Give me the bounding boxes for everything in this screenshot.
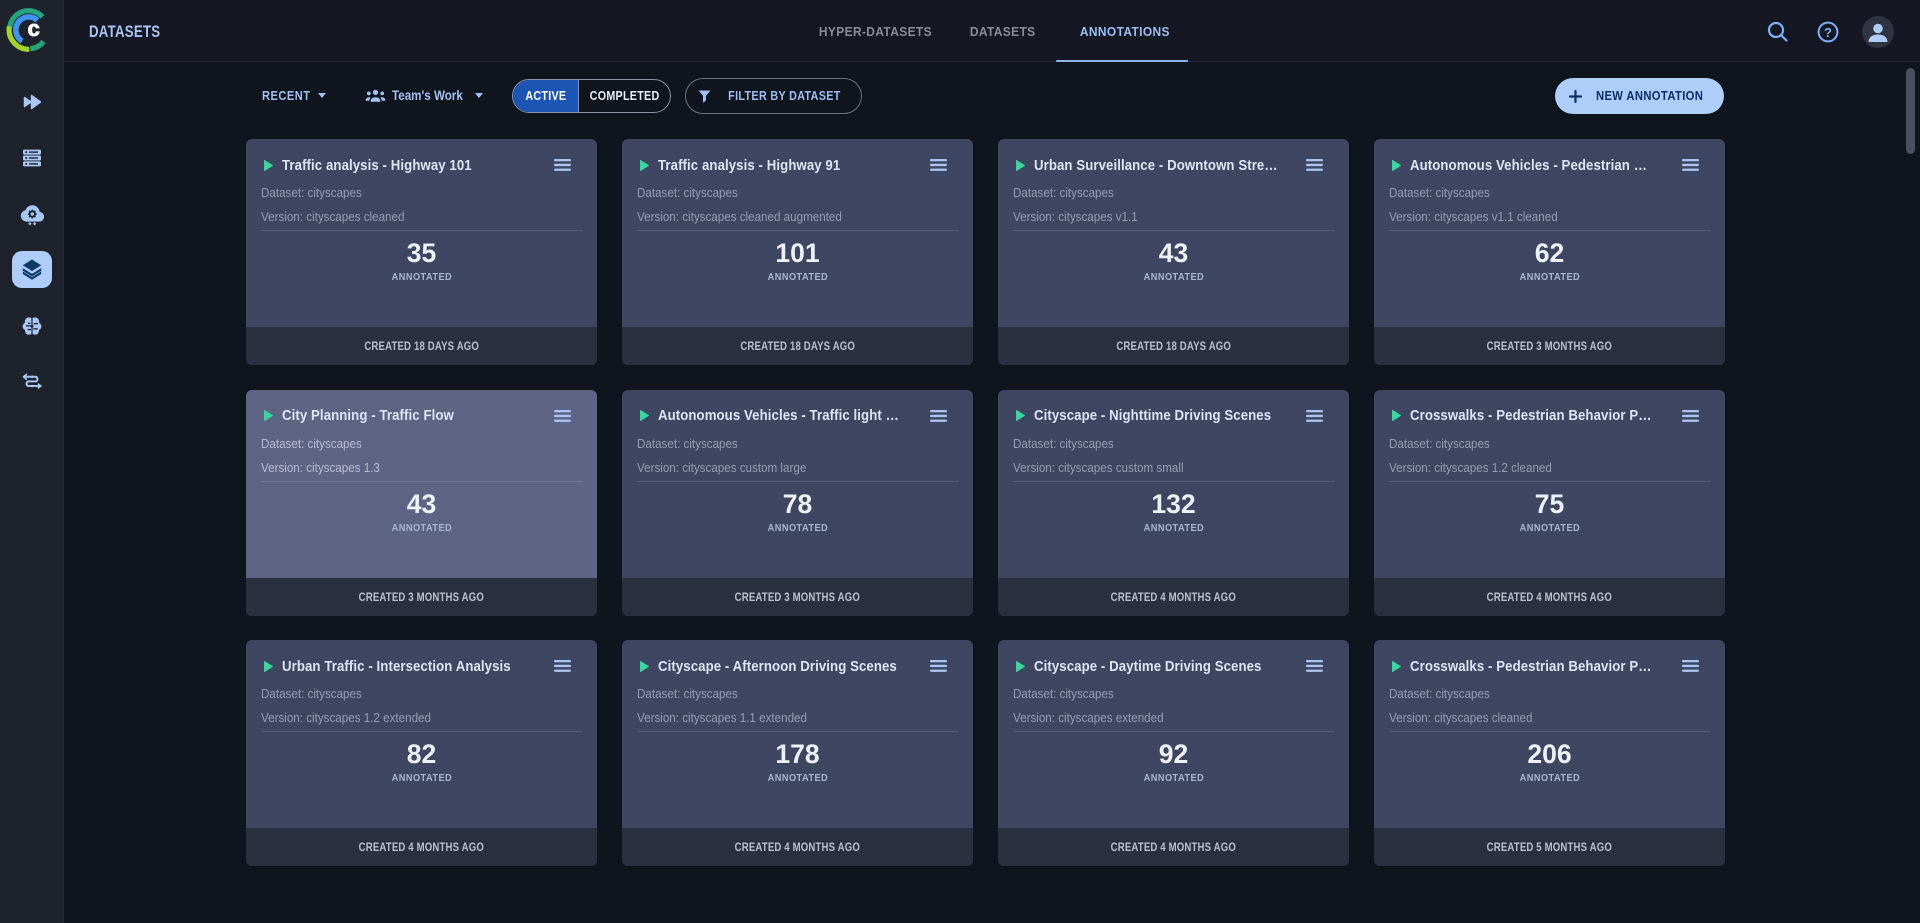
svg-text:?: ? bbox=[1824, 25, 1832, 40]
svg-text:c: c bbox=[28, 16, 40, 41]
